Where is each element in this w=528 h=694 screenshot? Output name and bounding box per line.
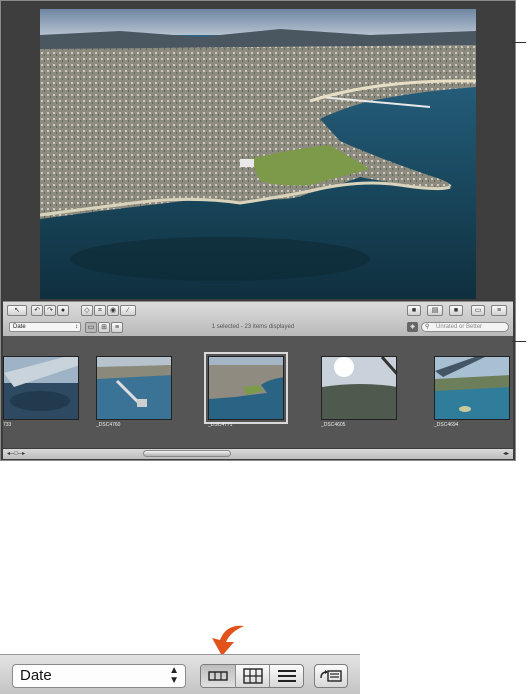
grid-view-button[interactable]: ⊞ [98,322,110,333]
rating-filter-placeholder: Unrated or Better [436,324,483,330]
scroll-arrows-icon[interactable]: ◂▸ [503,450,509,457]
toolbar-zoomed-detail: Date ▲ ▼ [0,654,360,694]
red-eye-icon[interactable]: ◉ [107,305,119,316]
thumbnail-image [204,352,288,424]
status-text: 1 selected - 23 items displayed [211,324,295,330]
pointer-arrow-icon [212,625,244,656]
thumbnail-caption: _DSC4605 [321,422,346,428]
sort-select-zoomed[interactable]: Date ▲ ▼ [12,664,186,688]
filmstrip-browser: 733 _DSC4760 _DSC4771 _DSC4605 _DSC4694 [3,336,513,448]
thumbnail-image [321,356,397,420]
flag-icon[interactable]: ■ [407,305,421,316]
grid-view-icon [243,668,263,684]
sort-select[interactable]: Date ↕ [9,322,81,332]
thumbnail-image [3,356,79,420]
list-view-button[interactable] [269,665,303,687]
chevron-updown-icon: ↕ [75,324,78,330]
toggle-browser-button[interactable] [314,664,348,688]
filmstrip-view-button[interactable] [201,665,235,687]
thumbnail-caption: 733 [3,422,12,428]
grid-view-button[interactable] [235,665,269,687]
chevron-updown-icon: ▲ ▼ [169,665,179,686]
thumbnail-size-slider[interactable]: ◂─□─▸ [7,451,35,457]
rotate-left-icon[interactable]: ↶ [31,305,43,316]
thumbnail[interactable]: _DSC4605 [321,356,397,428]
main-toolbar: ↖ ↶ ↷ ● ◇ ⌗ ◉ ∕ ■ ▤ ■ ▭ ≡ Date ↕ ▭ ⊞ ≡ 1… [3,301,513,336]
sort-select-zoomed-value: Date [20,667,52,684]
show-browser-icon [320,670,342,682]
thumbnail-image [434,356,510,420]
thumbnail[interactable]: _DSC4694 [434,356,510,428]
sort-select-value: Date [13,324,26,330]
rating-filter-field[interactable]: ⚲ Unrated or Better [421,322,509,332]
rotate-right-icon[interactable]: ↷ [44,305,56,316]
search-icon: ⚲ [425,324,430,330]
thumbnail-caption: _DSC4771 [208,422,233,428]
label-icon[interactable]: ■ [449,305,463,316]
stack-icon[interactable]: ▤ [427,305,443,316]
list-view-icon [278,670,296,682]
thumbnail-caption: _DSC4694 [434,422,459,428]
thumbnail[interactable]: 733 [3,356,79,428]
list-view-button[interactable]: ≡ [111,322,123,333]
straighten-icon[interactable]: ◇ [81,305,93,316]
filmstrip-scrollbar[interactable]: ◂─□─▸ ◂▸ [3,449,513,459]
browser-icon[interactable]: ≡ [491,305,507,316]
scroll-thumb[interactable] [143,450,231,457]
main-photo[interactable] [40,9,476,299]
crop-icon[interactable]: ⌗ [94,305,106,316]
select-arrow-icon[interactable]: ↖ [7,305,27,316]
photo-viewer [3,3,513,299]
thumbnail[interactable]: _DSC4760 [96,356,172,428]
view-mode-segmented-control [200,664,304,688]
filmstrip-view-button[interactable]: ▭ [85,322,97,333]
thumbnail-selected[interactable]: _DSC4771 [204,352,288,428]
callout-line [512,42,526,43]
retouch-brush-icon[interactable]: ∕ [120,305,136,316]
thumbnail-image [96,356,172,420]
thumbnail-caption: _DSC4760 [96,422,121,428]
callout-line [512,341,526,342]
viewer-icon[interactable]: ▭ [471,305,485,316]
app-window: ↖ ↶ ↷ ● ◇ ⌗ ◉ ∕ ■ ▤ ■ ▭ ≡ Date ↕ ▭ ⊞ ≡ 1… [0,0,516,461]
lift-stamp-icon[interactable]: ● [57,305,69,316]
filmstrip-view-icon [208,671,228,681]
filter-rating-icon[interactable]: ◈ [407,322,418,332]
